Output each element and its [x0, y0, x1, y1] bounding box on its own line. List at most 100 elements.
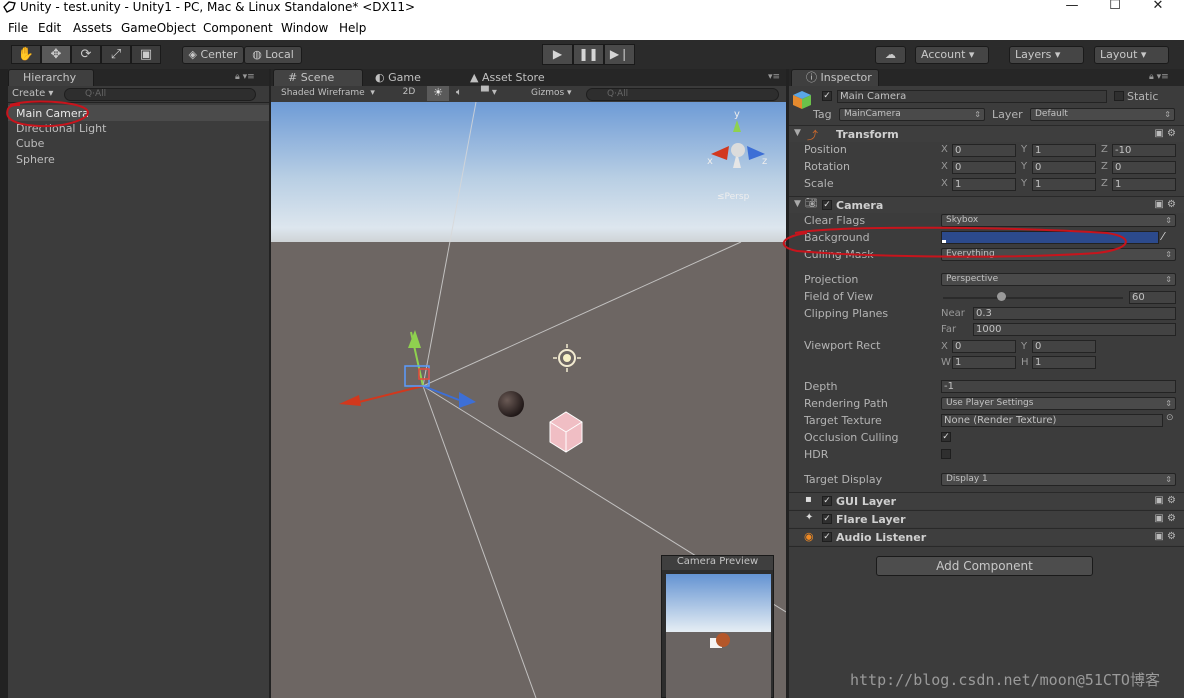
gameobject-cube-icon [793, 91, 811, 109]
active-checkbox[interactable]: ✓ [822, 91, 832, 101]
object-name-input[interactable]: Main Camera [837, 90, 1107, 103]
flare-layer-checkbox[interactable]: ✓ [822, 514, 832, 524]
persp-label[interactable]: ≤Persp [717, 192, 749, 202]
occlusion-culling-checkbox[interactable]: ✓ [941, 432, 951, 442]
target-texture-field[interactable]: None (Render Texture) [941, 414, 1163, 427]
effects-toggle-icon[interactable]: ▀ ▾ [481, 87, 497, 98]
depth-field[interactable]: -1 [941, 380, 1176, 393]
account-dropdown[interactable]: Account ▾ [915, 46, 989, 64]
hand-tool-icon[interactable]: ✋ [11, 45, 41, 64]
tab-game[interactable]: ◐ Game [375, 71, 421, 84]
eyedropper-icon[interactable]: ⁄ [1162, 230, 1164, 243]
rotate-tool-icon[interactable]: ⟳ [71, 45, 101, 64]
gizmos-dropdown[interactable]: Gizmos ▾ [531, 88, 572, 98]
shading-mode-dropdown[interactable]: Shaded Wireframe ▾ [281, 88, 375, 98]
rect-tool-icon[interactable]: ▣ [131, 45, 161, 64]
panel-menu-icon[interactable]: ▾≡ [768, 72, 780, 82]
menu-window[interactable]: Window [281, 21, 328, 35]
move-tool-icon[interactable]: ✥ [41, 45, 71, 64]
hdr-checkbox[interactable] [941, 449, 951, 459]
layer-dropdown[interactable]: Default [1030, 108, 1175, 121]
viewport-x-field[interactable]: 0 [952, 340, 1016, 353]
flare-layer-header[interactable]: ✦ ✓ Flare Layer ▣ ⚙ [789, 510, 1184, 527]
component-settings-icon[interactable]: ▣ ⚙ [1154, 128, 1176, 139]
gui-layer-header[interactable]: ▪ ✓ GUI Layer ▣ ⚙ [789, 492, 1184, 509]
fov-slider-track[interactable] [943, 297, 1123, 299]
target-display-dropdown[interactable]: Display 1 [941, 473, 1176, 486]
tab-hierarchy[interactable]: Hierarchy [8, 69, 94, 86]
position-y-field[interactable]: 1 [1032, 144, 1096, 157]
audio-toggle-icon[interactable]: 🔈︎ [456, 87, 462, 98]
pivot-local-button[interactable]: ◍ Local [244, 46, 302, 64]
menu-edit[interactable]: Edit [38, 21, 61, 35]
viewport-h-field[interactable]: 1 [1032, 356, 1096, 369]
far-field[interactable]: 1000 [973, 323, 1176, 336]
near-field[interactable]: 0.3 [973, 307, 1176, 320]
menu-assets[interactable]: Assets [73, 21, 112, 35]
scale-tool-icon[interactable]: ⤢ [101, 45, 131, 64]
lighting-toggle-icon[interactable]: ☀ [427, 86, 449, 101]
pivot-center-button[interactable]: ◈ Center [182, 46, 244, 64]
inspector-lock-icon[interactable]: 🔒︎ ▾≡ [1149, 72, 1169, 82]
position-z-field[interactable]: -10 [1112, 144, 1176, 157]
menu-gameobject[interactable]: GameObject [121, 21, 196, 35]
viewport-y-field[interactable]: 0 [1032, 340, 1096, 353]
foldout-arrow-icon[interactable]: ▼ [794, 128, 801, 138]
fov-slider-thumb[interactable] [997, 292, 1006, 301]
rotation-y-field[interactable]: 0 [1032, 161, 1096, 174]
cloud-icon[interactable]: ☁ [875, 46, 906, 64]
layout-label: Layout [1100, 48, 1138, 61]
menu-component[interactable]: Component [203, 21, 273, 35]
clear-flags-dropdown[interactable]: Skybox [941, 214, 1176, 227]
rendering-path-dropdown[interactable]: Use Player Settings [941, 397, 1176, 410]
lock-icon[interactable]: 🔒︎ ▾≡ [235, 72, 255, 82]
rendering-path-label: Rendering Path [804, 397, 888, 410]
maximize-button[interactable]: ☐ [1095, 0, 1135, 16]
far-label: Far [941, 324, 957, 335]
object-picker-icon[interactable]: ⊙ [1166, 413, 1174, 423]
gui-layer-checkbox[interactable]: ✓ [822, 496, 832, 506]
camera-header[interactable]: ▼ 📷︎ ✓ Camera ▣ ⚙ [789, 196, 1184, 213]
close-button[interactable]: ✕ [1138, 0, 1178, 16]
play-button[interactable]: ▶ [542, 44, 573, 65]
menu-file[interactable]: File [8, 21, 28, 35]
fov-label: Field of View [804, 290, 874, 303]
create-dropdown[interactable]: Create ▾ [12, 88, 53, 99]
scale-z-field[interactable]: 1 [1112, 178, 1176, 191]
minimize-button[interactable]: — [1052, 0, 1092, 16]
add-component-button[interactable]: Add Component [876, 556, 1093, 576]
pause-button[interactable]: ❚❚ [573, 44, 604, 65]
fov-field[interactable]: 60 [1129, 291, 1176, 304]
tag-dropdown[interactable]: MainCamera [839, 108, 985, 121]
tab-scene[interactable]: # Scene [273, 69, 363, 86]
layout-dropdown[interactable]: Layout ▾ [1094, 46, 1169, 64]
audio-listener-checkbox[interactable]: ✓ [822, 532, 832, 542]
scale-y-field[interactable]: 1 [1032, 178, 1096, 191]
target-texture-label: Target Texture [804, 414, 882, 427]
viewport-w-field[interactable]: 1 [952, 356, 1016, 369]
step-button[interactable]: ▶❘ [604, 44, 635, 65]
layers-dropdown[interactable]: Layers ▾ [1009, 46, 1084, 64]
mode-2d-button[interactable]: 2D [399, 87, 419, 101]
flare-layer-icon: ✦ [805, 512, 814, 523]
transform-header[interactable]: ▼ ⤴ Transform ▣ ⚙ [789, 125, 1184, 142]
camera-foldout-icon[interactable]: ▼ [794, 199, 801, 209]
scene-search-input[interactable]: Q·All [586, 88, 779, 101]
flare-layer-settings-icon[interactable]: ▣ ⚙ [1154, 513, 1176, 524]
rotation-x-field[interactable]: 0 [952, 161, 1016, 174]
menu-help[interactable]: Help [339, 21, 366, 35]
rotation-z-field[interactable]: 0 [1112, 161, 1176, 174]
camera-enabled-checkbox[interactable]: ✓ [822, 200, 832, 210]
tab-inspector[interactable]: ⓘ Inspector [791, 69, 879, 86]
scale-x-field[interactable]: 1 [952, 178, 1016, 191]
static-checkbox[interactable] [1114, 91, 1124, 101]
hierarchy-item-sphere[interactable]: Sphere [16, 153, 55, 166]
position-x-field[interactable]: 0 [952, 144, 1016, 157]
camera-settings-icon[interactable]: ▣ ⚙ [1154, 199, 1176, 210]
projection-dropdown[interactable]: Perspective [941, 273, 1176, 286]
hierarchy-item-cube[interactable]: Cube [16, 137, 44, 150]
audio-listener-settings-icon[interactable]: ▣ ⚙ [1154, 531, 1176, 542]
audio-listener-header[interactable]: ◉ ✓ Audio Listener ▣ ⚙ [789, 528, 1184, 545]
gui-layer-settings-icon[interactable]: ▣ ⚙ [1154, 495, 1176, 506]
tab-asset-store[interactable]: ▲ Asset Store [470, 71, 545, 84]
